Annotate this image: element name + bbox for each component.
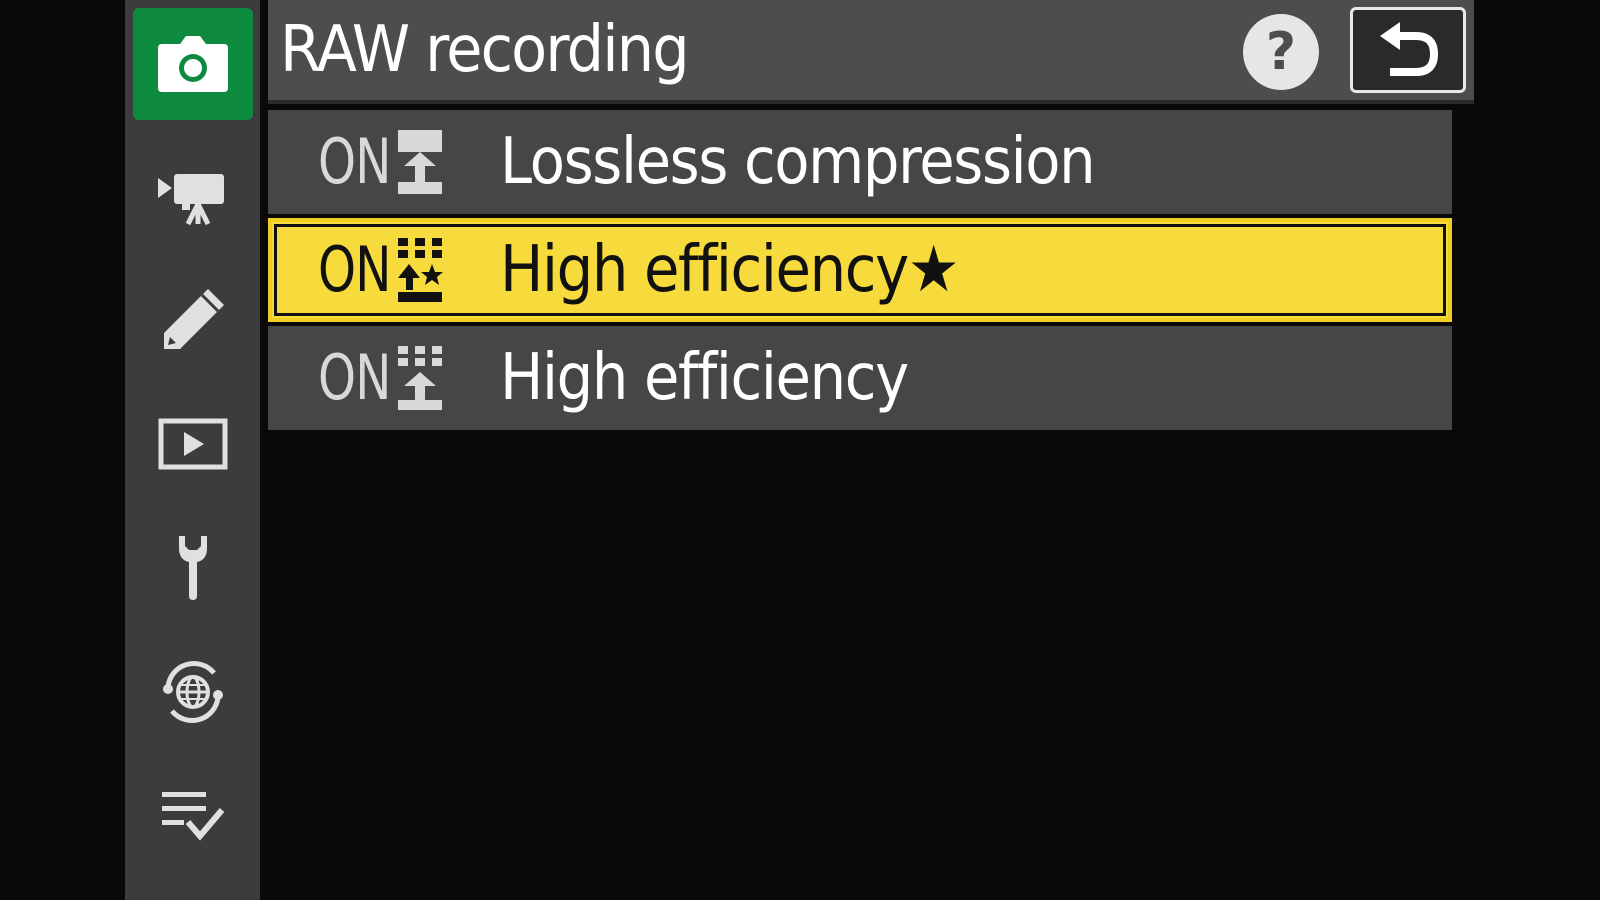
sidebar-item-playback[interactable] xyxy=(133,388,253,500)
option-label: Lossless compression xyxy=(500,125,1096,199)
high-efficiency-icon xyxy=(398,346,442,410)
sidebar-item-video-recording[interactable] xyxy=(133,140,253,252)
menu-header: RAW recording ? xyxy=(268,0,1474,104)
sidebar-item-photo-shooting[interactable] xyxy=(133,8,253,120)
option-label: High efficiency xyxy=(500,341,909,415)
sidebar-item-network[interactable] xyxy=(133,636,253,748)
pencil-icon xyxy=(164,289,224,349)
option-high-efficiency-star[interactable]: ON High efficiency★ xyxy=(268,218,1452,322)
option-lossless-compression[interactable]: ON Lossless compression xyxy=(268,110,1452,214)
camera-menu-screen: RAW recording ? ON Lossless compression … xyxy=(0,0,1600,900)
sidebar-item-my-menu[interactable] xyxy=(133,760,253,872)
on-label: ON xyxy=(318,125,391,198)
lossless-compression-icon xyxy=(398,130,442,194)
high-efficiency-star-icon xyxy=(398,238,443,302)
camera-icon xyxy=(158,36,228,92)
network-icon xyxy=(163,661,223,723)
page-title: RAW recording xyxy=(280,13,690,87)
movie-camera-icon xyxy=(158,174,224,226)
sidebar-item-setup[interactable] xyxy=(133,512,253,624)
on-label: ON xyxy=(318,233,391,306)
option-label: High efficiency★ xyxy=(500,233,959,307)
playback-icon xyxy=(158,418,228,470)
raw-recording-options: ON Lossless compression ON High efficien… xyxy=(268,110,1452,434)
help-icon: ? xyxy=(1265,22,1297,82)
menu-sidebar xyxy=(125,0,260,900)
back-arrow-icon xyxy=(1380,22,1439,76)
wrench-icon xyxy=(179,536,207,600)
on-label: ON xyxy=(318,341,391,414)
option-high-efficiency[interactable]: ON High efficiency xyxy=(268,326,1452,430)
help-button[interactable]: ? xyxy=(1243,14,1319,90)
back-button[interactable] xyxy=(1350,7,1466,93)
my-menu-icon xyxy=(162,792,225,841)
sidebar-item-custom-settings[interactable] xyxy=(133,264,253,376)
